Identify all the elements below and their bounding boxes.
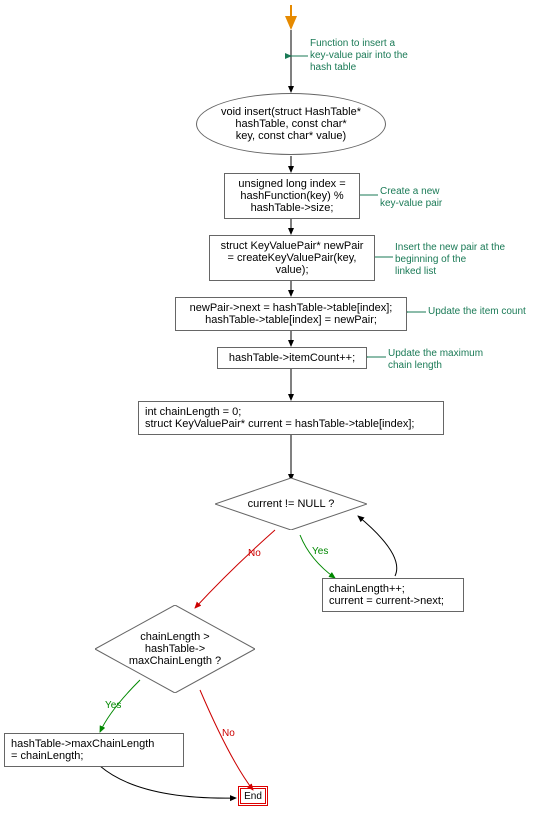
node-assign: newPair->next = hashTable->table[index];… — [175, 297, 407, 331]
annot-update-maxchain: Update the maximum chain length — [388, 348, 518, 372]
node-chaininit: int chainLength = 0; struct KeyValuePair… — [138, 401, 444, 435]
node-cond1-text: current != NULL ? — [248, 498, 335, 510]
label-cond2-yes: Yes — [105, 700, 121, 711]
node-cond1: current != NULL ? — [215, 478, 367, 530]
node-cond2: chainLength > hashTable-> maxChainLength… — [95, 605, 255, 693]
annot-insert-list: Insert the new pair at the beginning of … — [395, 242, 535, 278]
node-assign-text: newPair->next = hashTable->table[index];… — [190, 302, 393, 326]
node-setmax: hashTable->maxChainLength = chainLength; — [4, 733, 184, 767]
node-newpair-text: struct KeyValuePair* newPair = createKey… — [221, 240, 364, 276]
annot-update-count: Update the item count — [428, 306, 548, 318]
node-signature: void insert(struct HashTable* hashTable,… — [196, 93, 386, 155]
node-chaininit-text: int chainLength = 0; struct KeyValuePair… — [145, 406, 414, 430]
label-cond1-no: No — [248, 548, 261, 559]
annot-start: Function to insert a key-value pair into… — [310, 38, 430, 74]
node-incr-text: hashTable->itemCount++; — [229, 352, 355, 364]
annot-create-pair: Create a new key-value pair — [380, 186, 470, 210]
node-index-text: unsigned long index = hashFunction(key) … — [238, 178, 345, 214]
node-incr: hashTable->itemCount++; — [217, 347, 367, 369]
node-newpair: struct KeyValuePair* newPair = createKey… — [209, 235, 375, 281]
node-index: unsigned long index = hashFunction(key) … — [224, 173, 360, 219]
node-end-text: End — [244, 791, 262, 802]
node-loopbody: chainLength++; current = current->next; — [322, 578, 464, 612]
node-loopbody-text: chainLength++; current = current->next; — [329, 583, 444, 607]
node-end: End — [238, 786, 268, 806]
label-cond1-yes: Yes — [312, 546, 328, 557]
label-cond2-no: No — [222, 728, 235, 739]
node-signature-text: void insert(struct HashTable* hashTable,… — [221, 106, 361, 142]
node-setmax-text: hashTable->maxChainLength = chainLength; — [11, 738, 154, 762]
node-cond2-text: chainLength > hashTable-> maxChainLength… — [129, 631, 221, 667]
